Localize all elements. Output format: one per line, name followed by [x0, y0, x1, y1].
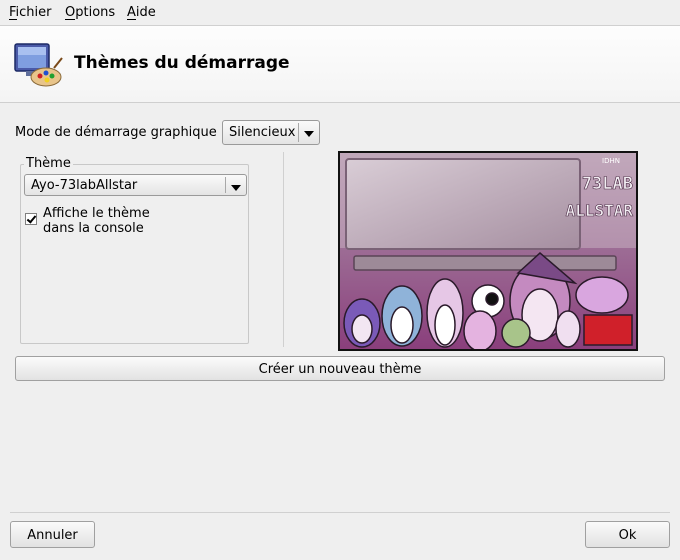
chevron-down-icon[interactable]: [298, 123, 319, 142]
preview-artwork: IDHN 73LAB ALLSTAR: [340, 153, 636, 349]
create-theme-label: Créer un nouveau thème: [258, 362, 422, 377]
menu-bar: Fichier Options Aide: [0, 0, 680, 26]
header-banner: Thèmes du démarrage: [0, 26, 680, 103]
mnemonic-underline-f: [9, 19, 17, 20]
ok-button[interactable]: Ok: [585, 521, 670, 548]
menu-aide[interactable]: Aide: [127, 5, 156, 20]
bottom-separator: [10, 512, 670, 513]
chevron-down-icon[interactable]: [225, 177, 246, 193]
console-theme-label[interactable]: Affiche le thème dans la console: [43, 206, 150, 236]
theme-select-value: Ayo-73labAllstar: [31, 178, 138, 193]
theme-group-title: Thème: [24, 156, 73, 171]
preview-brand-line1: 73LAB: [582, 174, 633, 194]
page-title: Thèmes du démarrage: [74, 53, 290, 73]
monitor-palette-icon: [14, 43, 63, 87]
vertical-separator: [283, 152, 284, 347]
menu-fichier[interactable]: Fichier: [9, 5, 52, 20]
boot-mode-select[interactable]: Silencieux: [222, 120, 320, 145]
preview-brand-line2: ALLSTAR: [566, 201, 634, 220]
console-theme-checkbox[interactable]: [25, 213, 37, 225]
create-theme-button[interactable]: Créer un nouveau thème: [15, 356, 665, 381]
boot-mode-label: Mode de démarrage graphique :: [15, 125, 226, 140]
mnemonic-underline-o: [65, 19, 75, 20]
preview-brand-small: IDHN: [602, 157, 620, 165]
theme-select[interactable]: Ayo-73labAllstar: [24, 174, 247, 196]
menu-options[interactable]: Options: [65, 5, 115, 20]
cancel-label: Annuler: [27, 528, 78, 543]
ok-label: Ok: [618, 528, 637, 543]
cancel-button[interactable]: Annuler: [10, 521, 95, 548]
mnemonic-underline-a: [127, 19, 136, 20]
theme-preview-image: IDHN 73LAB ALLSTAR: [338, 151, 638, 351]
boot-mode-value: Silencieux: [229, 125, 296, 140]
